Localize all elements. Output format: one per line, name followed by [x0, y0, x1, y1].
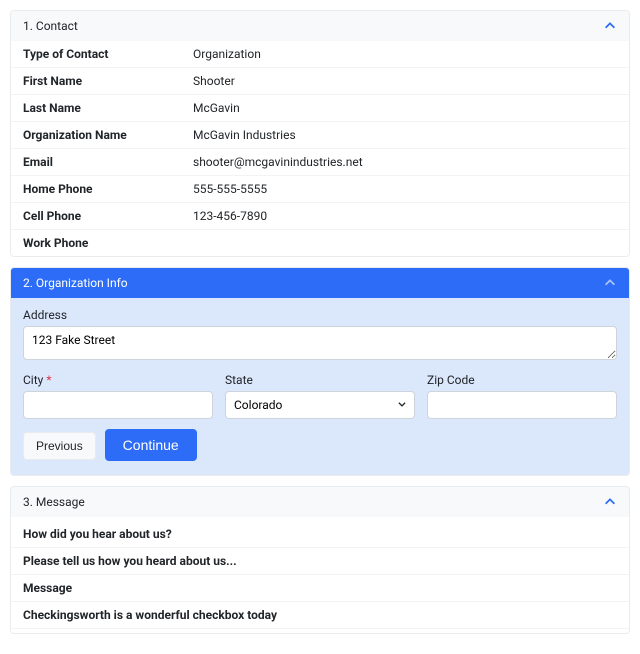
section-org-header[interactable]: 2. Organization Info [11, 268, 629, 298]
section-contact-title: 1. Contact [23, 19, 78, 33]
field-label: Email [23, 155, 193, 169]
address-row: City * State Colorado Zip Code [23, 373, 617, 419]
field-label: Cell Phone [23, 209, 193, 223]
field-label: Home Phone [23, 182, 193, 196]
field-label: First Name [23, 74, 193, 88]
field-row: Last Name McGavin [11, 95, 629, 122]
message-row: Checkingsworth is a wonderful checkbox t… [11, 602, 629, 629]
state-label: State [225, 373, 415, 387]
field-row: Email shooter@mcgavinindustries.net [11, 149, 629, 176]
field-value: Organization [193, 47, 261, 61]
button-row: Previous Continue [23, 429, 617, 461]
field-row: First Name Shooter [11, 68, 629, 95]
field-label: Last Name [23, 101, 193, 115]
continue-button[interactable]: Continue [105, 429, 197, 461]
field-value: 555-555-5555 [193, 182, 267, 196]
field-value: McGavin Industries [193, 128, 296, 142]
message-row: How did you hear about us? [11, 521, 629, 548]
field-value: Shooter [193, 74, 235, 88]
city-input[interactable] [23, 391, 213, 419]
city-group: City * [23, 373, 213, 419]
section-org: 2. Organization Info Address City * Stat… [10, 267, 630, 476]
chevron-up-icon [603, 276, 617, 290]
zip-input[interactable] [427, 391, 617, 419]
section-message-header[interactable]: 3. Message [11, 487, 629, 517]
state-group: State Colorado [225, 373, 415, 419]
section-message-title: 3. Message [23, 495, 85, 509]
address-label: Address [23, 308, 617, 322]
state-select[interactable]: Colorado [225, 391, 415, 419]
zip-group: Zip Code [427, 373, 617, 419]
section-contact-header[interactable]: 1. Contact [11, 11, 629, 41]
field-label: Type of Contact [23, 47, 193, 61]
field-row: Home Phone 555-555-5555 [11, 176, 629, 203]
field-row: Organization Name McGavin Industries [11, 122, 629, 149]
required-mark: * [46, 373, 51, 387]
field-value: McGavin [193, 101, 240, 115]
section-contact: 1. Contact Type of Contact Organization … [10, 10, 630, 257]
field-row: Cell Phone 123-456-7890 [11, 203, 629, 230]
address-input[interactable] [23, 326, 617, 360]
section-message: 3. Message How did you hear about us? Pl… [10, 486, 630, 634]
section-contact-body: Type of Contact Organization First Name … [11, 41, 629, 256]
message-row: Please tell us how you heard about us... [11, 548, 629, 575]
section-org-title: 2. Organization Info [23, 276, 128, 290]
field-label: Organization Name [23, 128, 193, 142]
chevron-up-icon [603, 19, 617, 33]
address-group: Address [23, 308, 617, 363]
previous-button[interactable]: Previous [23, 432, 96, 460]
section-message-body: How did you hear about us? Please tell u… [11, 517, 629, 633]
zip-label: Zip Code [427, 373, 617, 387]
field-row: Type of Contact Organization [11, 41, 629, 68]
field-row: Work Phone [11, 230, 629, 256]
chevron-up-icon [603, 495, 617, 509]
field-value: shooter@mcgavinindustries.net [193, 155, 363, 169]
field-value: 123-456-7890 [193, 209, 267, 223]
section-org-body: Address City * State Colorado [11, 298, 629, 475]
field-label: Work Phone [23, 236, 193, 250]
city-label: City * [23, 373, 213, 387]
message-row: Message [11, 575, 629, 602]
